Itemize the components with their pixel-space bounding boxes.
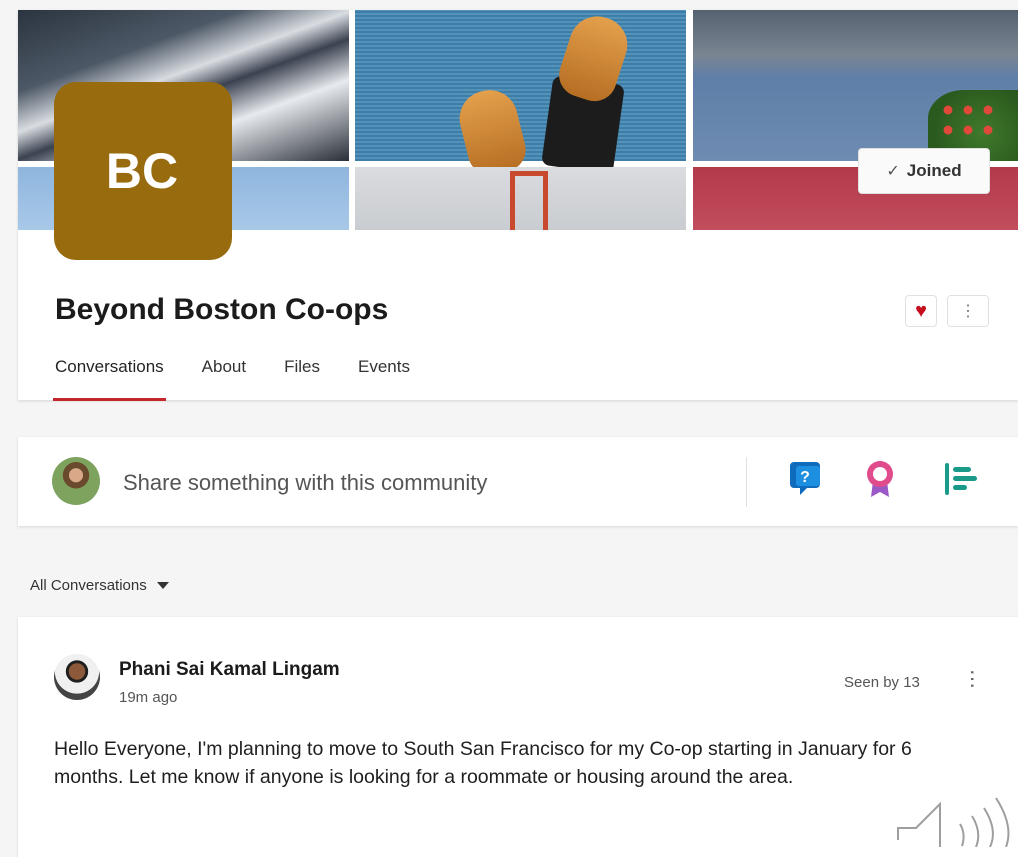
tab-files[interactable]: Files	[284, 355, 320, 401]
post-more-icon[interactable]: ⋯	[960, 669, 984, 687]
conversation-filter[interactable]: All Conversations	[30, 577, 169, 594]
composer-divider	[746, 457, 747, 507]
speaker-icon[interactable]	[890, 790, 1018, 847]
svg-text:?: ?	[800, 469, 810, 486]
caret-down-icon	[156, 582, 169, 589]
community-header: BC ✓ Joined Beyond Boston Co-ops ♥ ⋮ Con…	[18, 10, 1018, 401]
author-avatar[interactable]	[54, 654, 100, 700]
praise-icon[interactable]	[863, 459, 897, 499]
cover-tile-waterfront	[693, 10, 1018, 161]
heart-icon: ♥	[915, 299, 927, 322]
check-icon: ✓	[886, 163, 900, 180]
community-tabs: Conversations About Files Events	[53, 355, 448, 401]
conversation-post: Phani Sai Kamal Lingam 19m ago Seen by 1…	[18, 617, 1018, 857]
composer-placeholder[interactable]: Share something with this community	[123, 470, 487, 496]
filter-label: All Conversations	[30, 577, 147, 594]
question-icon[interactable]: ?	[788, 460, 824, 496]
tab-conversations[interactable]: Conversations	[53, 355, 166, 401]
favorite-button[interactable]: ♥	[905, 295, 937, 327]
community-title: Beyond Boston Co-ops	[55, 293, 389, 326]
more-vertical-icon: ⋮	[960, 303, 976, 320]
poll-icon[interactable]	[943, 461, 979, 497]
joined-button[interactable]: ✓ Joined	[858, 148, 990, 194]
tab-events[interactable]: Events	[358, 355, 410, 401]
cover-tile-bridge	[355, 167, 686, 230]
post-author[interactable]: Phani Sai Kamal Lingam	[119, 659, 340, 681]
seen-by-count[interactable]: Seen by 13	[844, 674, 920, 691]
cover-tile-shoes	[355, 10, 686, 180]
post-body: Hello Everyone, I'm planning to move to …	[54, 738, 912, 788]
community-avatar: BC	[54, 82, 232, 260]
user-avatar	[52, 457, 100, 505]
post-timestamp[interactable]: 19m ago	[119, 689, 177, 706]
joined-label: Joined	[906, 161, 962, 180]
more-options-button[interactable]: ⋮	[947, 295, 989, 327]
post-composer[interactable]: Share something with this community ?	[18, 437, 1018, 526]
tab-about[interactable]: About	[202, 355, 246, 401]
